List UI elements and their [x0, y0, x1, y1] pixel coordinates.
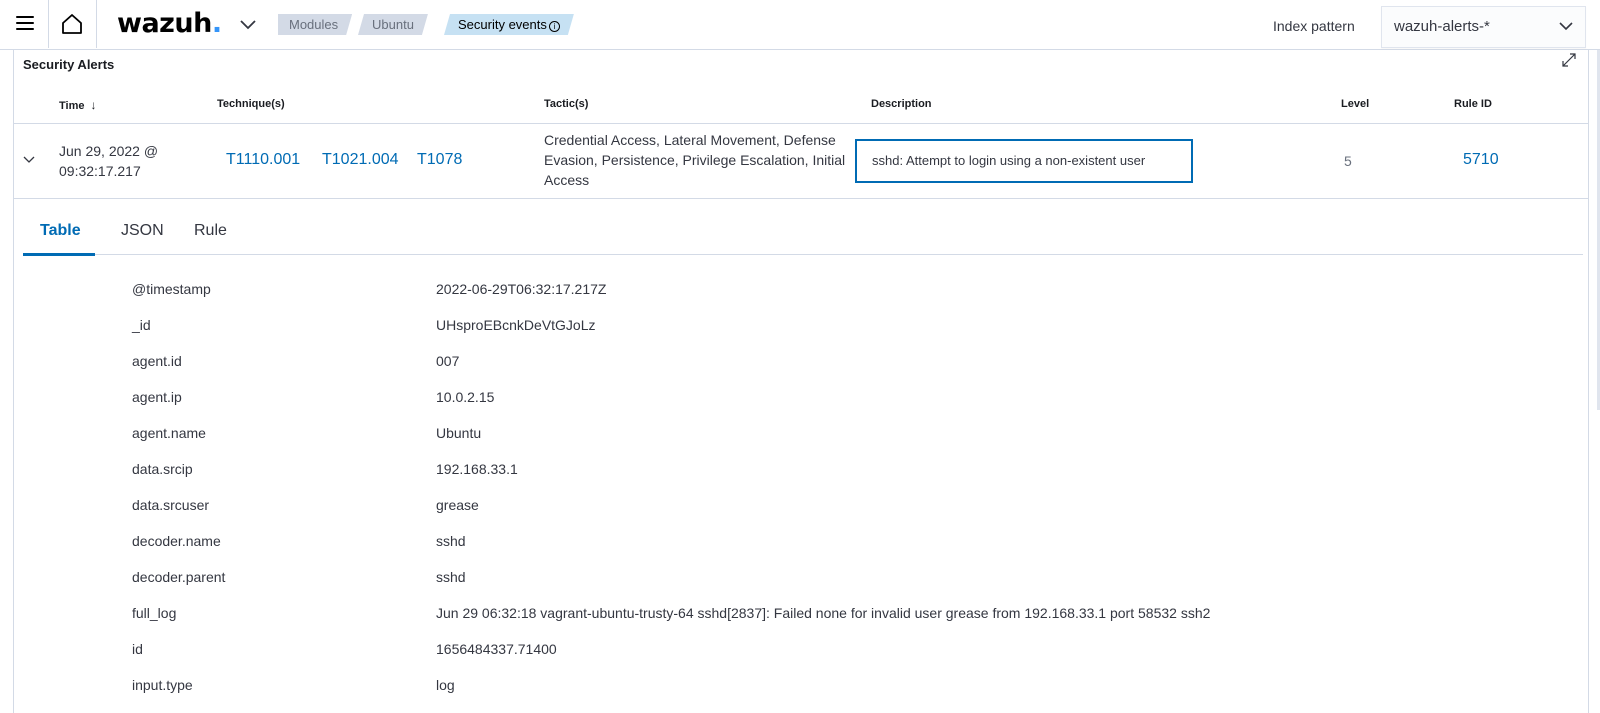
alert-description[interactable]: sshd: Attempt to login using a non-exist… — [855, 139, 1193, 183]
field-value: 192.168.33.1 — [436, 461, 518, 477]
row-divider-line — [14, 198, 1588, 199]
field-key: id — [132, 641, 143, 657]
field-key: full_log — [132, 605, 177, 621]
field-value: UHsproEBcnkDeVtGJoLz — [436, 317, 596, 333]
header-divider — [96, 0, 97, 48]
sort-down-icon: ↓ — [90, 98, 97, 112]
field-key: data.srcip — [132, 461, 193, 477]
header-divider — [48, 0, 49, 48]
field-value: 1656484337.71400 — [436, 641, 557, 657]
rule-id-link[interactable]: 5710 — [1463, 151, 1499, 169]
tab-rule[interactable]: Rule — [194, 222, 227, 252]
field-key: input.type — [132, 677, 193, 693]
field-row: decoder.name sshd — [14, 525, 1574, 561]
alert-level: 5 — [1344, 153, 1352, 169]
breadcrumb-agent[interactable]: Ubuntu — [358, 14, 428, 35]
index-pattern-select[interactable]: wazuh-alerts-* — [1381, 6, 1586, 48]
column-header-tactics: Tactic(s) — [544, 98, 589, 110]
field-key: decoder.parent — [132, 569, 226, 585]
technique-link[interactable]: T1110.001 — [226, 151, 300, 169]
column-header-description: Description — [871, 98, 932, 110]
field-value: sshd — [436, 569, 466, 585]
panel-title: Security Alerts — [23, 57, 115, 72]
field-key: _id — [132, 317, 151, 333]
wazuh-logo[interactable]: wazuh. — [117, 8, 222, 39]
tab-table[interactable]: Table — [40, 222, 81, 252]
field-row: agent.ip 10.0.2.15 — [14, 381, 1574, 417]
security-alerts-panel: Security Alerts Time ↓ Technique(s) Tacti… — [13, 50, 1589, 713]
field-key: @timestamp — [132, 281, 211, 297]
field-value: grease — [436, 497, 479, 513]
alert-time: Jun 29, 2022 @ 09:32:17.217 — [59, 143, 159, 179]
field-value: Ubuntu — [436, 425, 482, 441]
technique-link[interactable]: T1078 — [417, 151, 462, 169]
field-row: @timestamp 2022-06-29T06:32:17.217Z — [14, 273, 1574, 309]
column-header-techniques: Technique(s) — [217, 98, 285, 110]
field-row: full_log Jun 29 06:32:18 vagrant-ubuntu-t… — [14, 597, 1574, 633]
field-value: 10.0.2.15 — [436, 389, 495, 405]
field-row: data.srcuser grease — [14, 489, 1574, 525]
chevron-down-icon[interactable] — [239, 17, 257, 31]
info-icon: i — [549, 21, 560, 32]
field-key: decoder.name — [132, 533, 221, 549]
top-header: wazuh. Modules Ubuntu Security events i I… — [0, 0, 1600, 50]
active-tab-indicator — [23, 253, 95, 256]
menu-icon[interactable] — [16, 16, 34, 30]
field-row: input.type log — [14, 669, 1574, 705]
field-key: agent.id — [132, 353, 182, 369]
field-value: 2022-06-29T06:32:17.217Z — [436, 281, 607, 297]
home-icon[interactable] — [60, 12, 84, 36]
expand-icon[interactable] — [1561, 52, 1577, 68]
field-row: _id UHsproEBcnkDeVtGJoLz — [14, 309, 1574, 345]
field-key: agent.ip — [132, 389, 182, 405]
field-row: decoder.parent sshd — [14, 561, 1574, 597]
column-header-time[interactable]: Time ↓ — [59, 98, 96, 112]
field-row: data.srcip 192.168.33.1 — [14, 453, 1574, 489]
column-header-rule-id: Rule ID — [1454, 98, 1492, 110]
chevron-down-icon — [1559, 22, 1573, 31]
column-header-level: Level — [1341, 98, 1370, 110]
field-key: data.srcuser — [132, 497, 210, 513]
field-value: 007 — [436, 353, 460, 369]
field-row: agent.name Ubuntu — [14, 417, 1574, 453]
header-divider-line — [14, 123, 1588, 124]
field-value: log — [436, 677, 455, 693]
technique-link[interactable]: T1021.004 — [322, 151, 399, 169]
field-value: Jun 29 06:32:18 vagrant-ubuntu-trusty-64… — [436, 605, 1211, 621]
detail-tabs: Table JSON Rule — [23, 217, 1583, 256]
alert-tactics: Credential Access, Lateral Movement, Def… — [544, 132, 846, 188]
tab-json[interactable]: JSON — [121, 222, 164, 252]
field-value: sshd — [436, 533, 466, 549]
breadcrumb-modules[interactable]: Modules — [278, 14, 352, 35]
field-row: id 1656484337.71400 — [14, 633, 1574, 669]
field-row: agent.id 007 — [14, 345, 1574, 381]
field-key: agent.name — [132, 425, 206, 441]
index-pattern-label: Index pattern — [1273, 18, 1355, 34]
collapse-row-icon[interactable] — [23, 156, 35, 164]
breadcrumb-security-events[interactable]: Security events i — [444, 14, 574, 35]
